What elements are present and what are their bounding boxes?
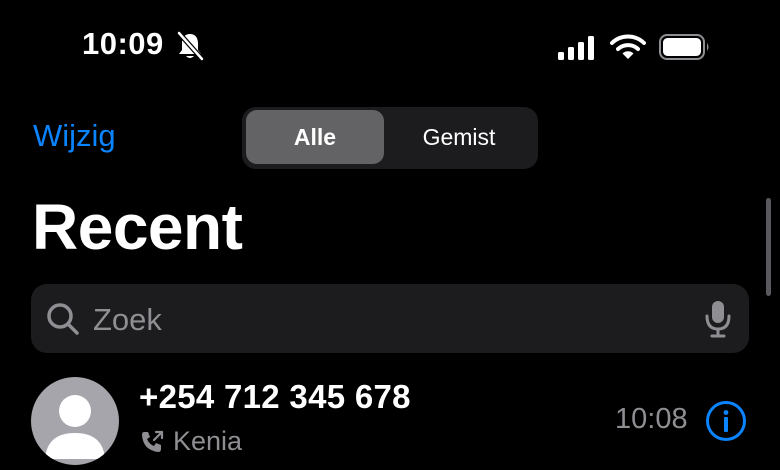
phone-outgoing-icon xyxy=(142,430,164,452)
call-list-item[interactable]: +254 712 345 678 Kenia 10:08 xyxy=(0,370,780,470)
info-icon[interactable] xyxy=(705,400,747,442)
call-label: Kenia xyxy=(173,426,243,456)
avatar xyxy=(31,377,119,465)
scroll-indicator[interactable] xyxy=(766,198,771,296)
person-silhouette-icon xyxy=(45,395,105,459)
call-type-label: Kenia xyxy=(139,426,242,457)
cellular-signal-icon xyxy=(558,36,594,60)
search-bar[interactable] xyxy=(31,284,749,353)
microphone-icon[interactable] xyxy=(703,299,733,339)
segment-all[interactable]: Alle xyxy=(246,110,384,164)
bell-slash-icon xyxy=(177,31,204,61)
wifi-icon xyxy=(610,34,646,59)
call-time: 10:08 xyxy=(615,403,688,435)
status-bar: 10:09 xyxy=(0,0,780,96)
battery-icon xyxy=(659,34,709,60)
search-input[interactable] xyxy=(91,294,695,346)
segment-missed[interactable]: Gemist xyxy=(390,110,528,164)
page-title: Recent xyxy=(32,191,243,263)
calls-filter-segmented-control: Alle Gemist xyxy=(242,107,538,169)
caller-number: +254 712 345 678 xyxy=(139,378,411,415)
magnifying-glass-icon xyxy=(47,303,79,335)
edit-button[interactable]: Wijzig xyxy=(33,118,116,154)
status-time: 10:09 xyxy=(82,26,164,61)
